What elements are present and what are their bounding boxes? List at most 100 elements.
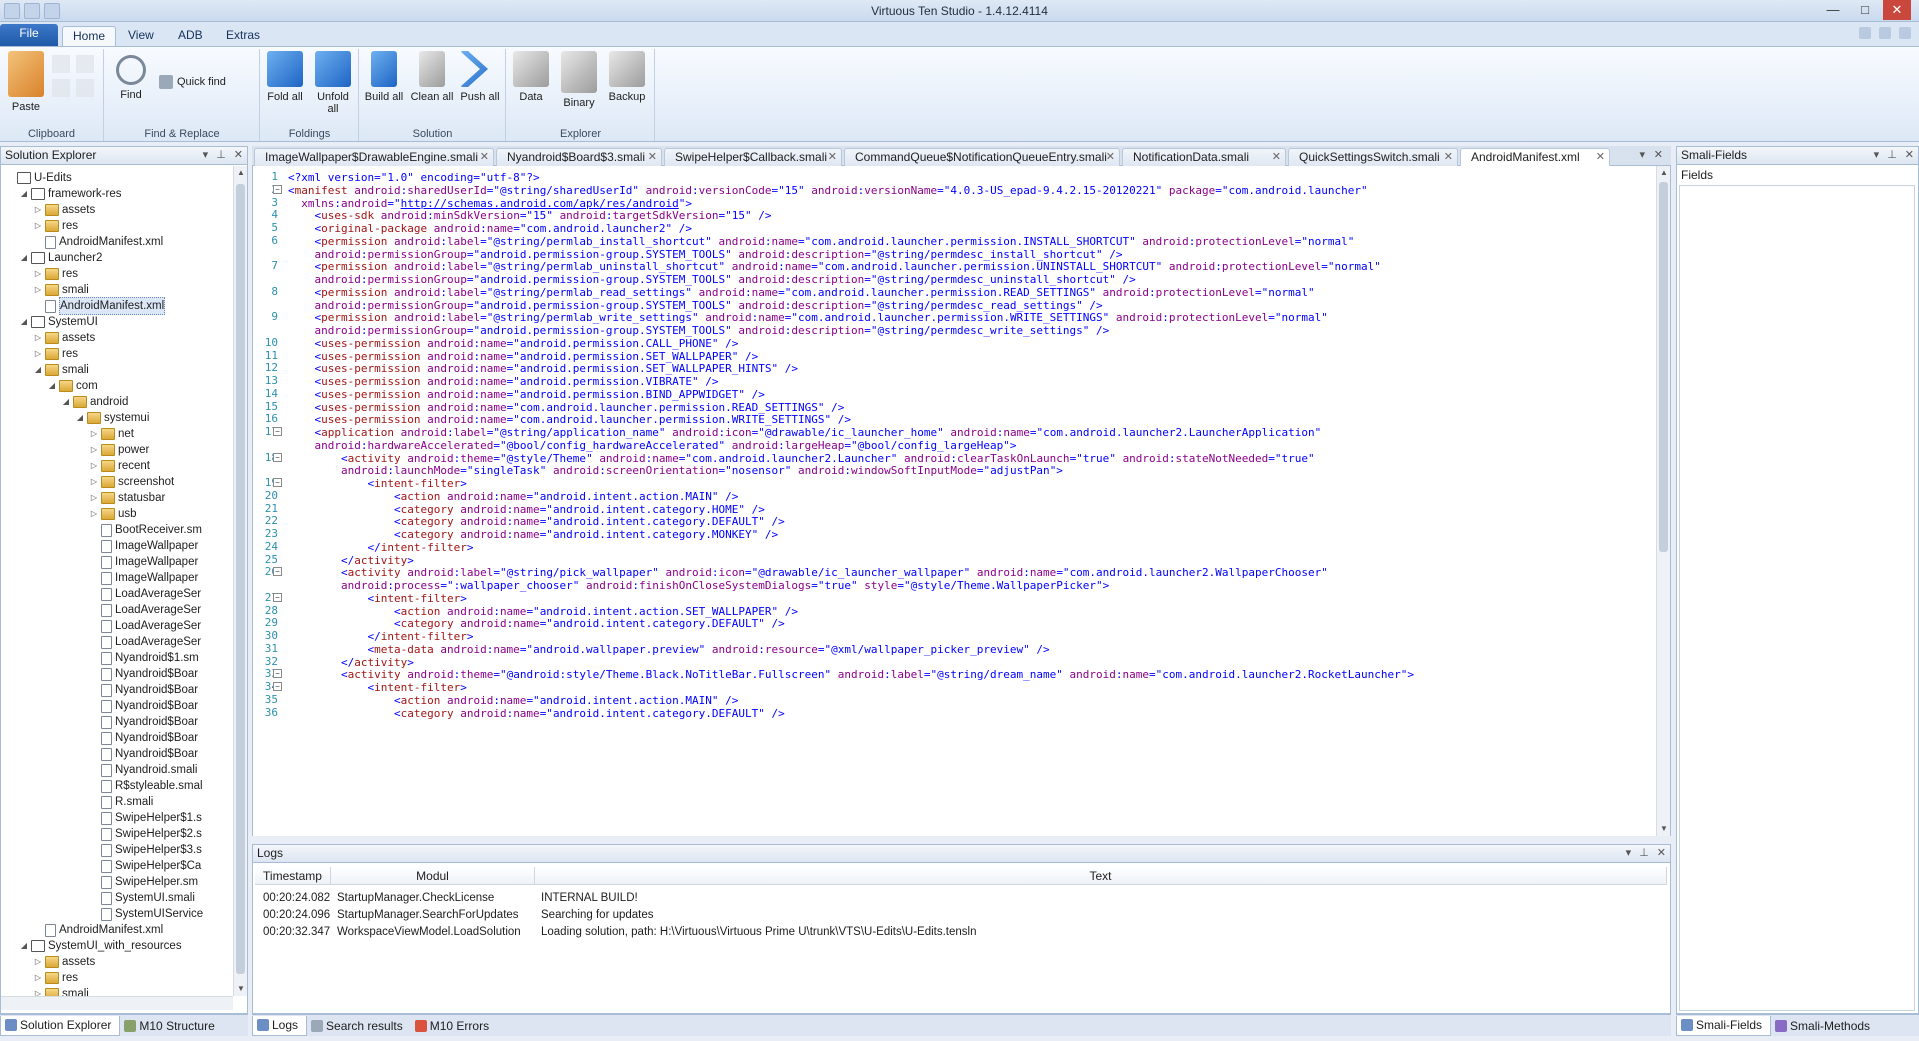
tree-item[interactable]: ◢ smali — [33, 362, 89, 378]
code-line[interactable]: <category android:name="android.intent.c… — [288, 706, 785, 722]
tree-item[interactable]: LoadAverageSer — [89, 602, 201, 618]
fold-toggle-icon[interactable]: − — [273, 567, 282, 577]
close-tab-icon[interactable]: ✕ — [1272, 149, 1281, 166]
tab-view[interactable]: View — [118, 26, 164, 46]
solution-tree[interactable]: U-Edits ◢ framework-res ▷ assets ▷ res AndroidM… — [1, 166, 233, 996]
tree-item[interactable]: Nyandroid$Boar — [89, 698, 198, 714]
tree-item[interactable]: ▷ smali — [33, 986, 89, 996]
minimize-button[interactable]: — — [1819, 0, 1847, 20]
tree-item[interactable]: ◢ SystemUI — [19, 314, 98, 330]
tree-item[interactable]: LoadAverageSer — [89, 634, 201, 650]
tree-item[interactable]: SystemUI.smali — [89, 890, 195, 906]
binary-button[interactable]: Binary — [557, 51, 601, 109]
expand-toggle-icon[interactable]: ▷ — [89, 426, 99, 442]
doc-tab[interactable]: CommandQueue$NotificationQueueEntry.smal… — [844, 148, 1120, 166]
tab-list-icon[interactable]: ▾ — [1639, 148, 1645, 161]
tree-item[interactable]: SystemUIService — [89, 906, 203, 922]
expand-toggle-icon[interactable]: ▷ — [89, 506, 99, 522]
expand-toggle-icon[interactable]: ▷ — [33, 330, 43, 346]
find-button[interactable]: Find — [109, 55, 153, 101]
log-row[interactable]: 00:20:32.347 WorkspaceViewModel.LoadSolut… — [255, 922, 1667, 943]
tab-file[interactable]: File — [0, 24, 58, 46]
tree-item[interactable]: ▷ assets — [33, 202, 95, 218]
close-tab-icon[interactable]: ✕ — [480, 149, 489, 166]
dropdown-icon[interactable]: ▾ — [1626, 845, 1632, 862]
tree-item[interactable]: ▷ res — [33, 970, 78, 986]
tree-item[interactable]: ImageWallpaper — [89, 538, 198, 554]
maximize-button[interactable]: □ — [1851, 0, 1879, 20]
tree-item[interactable]: SwipeHelper.sm — [89, 874, 198, 890]
tree-item[interactable]: R.smali — [89, 794, 153, 810]
close-tab-icon[interactable]: ✕ — [1106, 149, 1115, 166]
fold-toggle-icon[interactable]: − — [273, 184, 282, 194]
expand-toggle-icon[interactable]: ▷ — [33, 970, 43, 986]
tree-item[interactable]: Nyandroid$Boar — [89, 666, 198, 682]
expand-toggle-icon[interactable]: ▷ — [33, 954, 43, 970]
build-all-button[interactable]: Build all — [362, 51, 406, 103]
doc-tab-active[interactable]: AndroidManifest.xml ✕ — [1460, 148, 1610, 166]
tree-item[interactable]: U-Edits — [5, 170, 72, 186]
doc-tab[interactable]: Nyandroid$Board$3.smali ✕ — [496, 148, 662, 166]
tree-horizontal-scrollbar[interactable] — [1, 996, 233, 1010]
tree-item[interactable]: ◢ framework-res — [19, 186, 121, 202]
code-text[interactable]: <?xml version="1.0" encoding="utf-8"?> <m… — [288, 166, 1648, 836]
expand-toggle-icon[interactable]: ▷ — [33, 218, 43, 234]
options-icon[interactable] — [1899, 27, 1911, 39]
tree-item[interactable]: SwipeHelper$3.s — [89, 842, 202, 858]
tab-home[interactable]: Home — [62, 26, 117, 46]
pin-icon[interactable]: ⊥ — [216, 147, 226, 164]
tab-m10-structure[interactable]: M10 Structure — [120, 1016, 222, 1036]
tab-m10-errors[interactable]: M10 Errors — [411, 1016, 497, 1036]
expand-toggle-icon[interactable]: ▷ — [89, 458, 99, 474]
tree-item[interactable]: Nyandroid$Boar — [89, 730, 198, 746]
unfold-all-button[interactable]: Unfold all — [311, 51, 355, 115]
tab-adb[interactable]: ADB — [168, 26, 213, 46]
tree-item[interactable]: ImageWallpaper — [89, 570, 198, 586]
tree-item[interactable]: ▷ res — [33, 218, 78, 234]
expand-toggle-icon[interactable]: ▷ — [89, 474, 99, 490]
doc-tab[interactable]: QuickSettingsSwitch.smali ✕ — [1288, 148, 1458, 166]
doc-tab[interactable]: NotificationData.smali ✕ — [1122, 148, 1286, 166]
expand-toggle-icon[interactable]: ◢ — [19, 186, 29, 202]
close-icon[interactable]: ✕ — [1905, 147, 1914, 164]
expand-toggle-icon[interactable]: ◢ — [19, 938, 29, 954]
pin-icon[interactable]: ⊥ — [1639, 845, 1649, 862]
tab-search-results[interactable]: Search results — [307, 1016, 411, 1036]
fold-all-button[interactable]: Fold all — [263, 51, 307, 103]
tree-vertical-scrollbar[interactable]: ▲ ▼ — [233, 166, 247, 996]
close-button[interactable]: ✕ — [1883, 0, 1911, 20]
tree-item[interactable]: Nyandroid$1.sm — [89, 650, 199, 666]
redo-icon[interactable] — [76, 79, 94, 97]
tab-extras[interactable]: Extras — [216, 26, 270, 46]
fold-toggle-icon[interactable]: − — [273, 669, 282, 679]
scroll-down-icon[interactable]: ▼ — [234, 982, 248, 996]
pin-icon[interactable]: ⊥ — [1887, 147, 1897, 164]
tree-item[interactable]: ▷ usb — [89, 506, 137, 522]
tab-solution-explorer[interactable]: Solution Explorer — [0, 1015, 121, 1036]
tree-item[interactable]: ▷ assets — [33, 954, 95, 970]
fold-toggle-icon[interactable]: − — [273, 682, 282, 691]
close-tab-icon[interactable]: ✕ — [648, 149, 657, 166]
tree-item[interactable]: ImageWallpaper — [89, 554, 198, 570]
fields-list[interactable] — [1679, 185, 1915, 1011]
close-document-icon[interactable]: ✕ — [1654, 148, 1663, 161]
help-icon[interactable] — [1879, 27, 1891, 39]
tree-item[interactable]: Nyandroid$Boar — [89, 746, 198, 762]
column-header-text[interactable]: Text — [535, 867, 1667, 885]
doc-tab[interactable]: ImageWallpaper$DrawableEngine.smali ✕ — [254, 148, 494, 166]
tree-item[interactable]: SwipeHelper$Ca — [89, 858, 201, 874]
tree-item[interactable]: Nyandroid$Boar — [89, 682, 198, 698]
tree-item[interactable]: ▷ res — [33, 266, 78, 282]
editor-vertical-scrollbar[interactable]: ▲ ▼ — [1656, 166, 1670, 836]
expand-toggle-icon[interactable]: ◢ — [47, 378, 57, 394]
tree-item[interactable]: ▷ assets — [33, 330, 95, 346]
tree-item[interactable]: SwipeHelper$2.s — [89, 826, 202, 842]
scroll-down-icon[interactable]: ▼ — [1657, 822, 1670, 836]
tree-item[interactable]: Nyandroid$Boar — [89, 714, 198, 730]
scroll-up-icon[interactable]: ▲ — [234, 166, 248, 180]
tree-item[interactable]: ◢ Launcher2 — [19, 250, 102, 266]
fold-toggle-icon[interactable]: − — [273, 478, 282, 487]
tree-item[interactable]: ◢ SystemUI_with_resources — [19, 938, 182, 954]
paste-button[interactable]: Paste — [4, 51, 48, 113]
tree-item[interactable]: ◢ com — [47, 378, 98, 394]
